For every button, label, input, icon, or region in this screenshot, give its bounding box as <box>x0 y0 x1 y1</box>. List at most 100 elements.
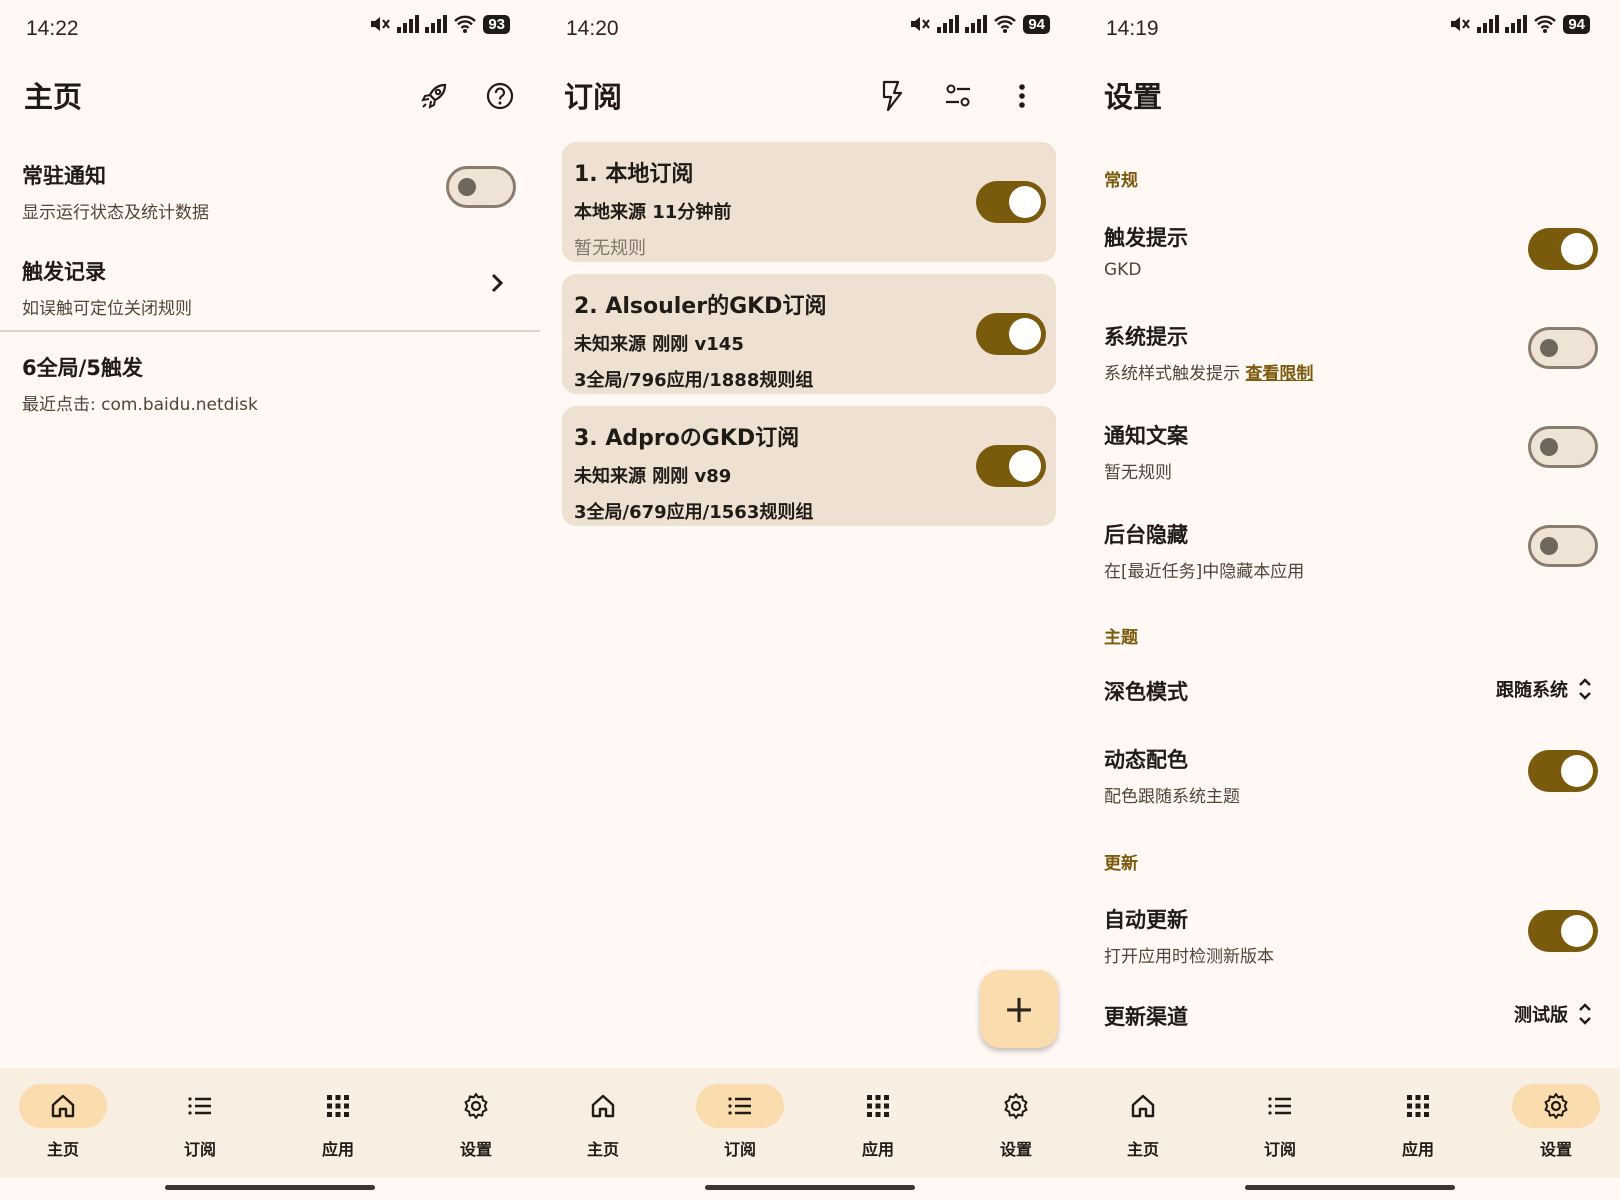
view-limits-link[interactable]: 查看限制 <box>1245 364 1313 384</box>
status-bar: 14:20 94 <box>540 0 1080 60</box>
nav-subs[interactable]: 订阅 <box>1235 1084 1325 1164</box>
persistent-notification-switch[interactable] <box>446 166 516 208</box>
unfold-icon <box>1579 678 1591 700</box>
section-header-general: 常规 <box>1104 171 1138 191</box>
row-title: 自动更新 <box>1104 908 1188 932</box>
mute-icon <box>1451 17 1471 31</box>
nav-settings[interactable]: 设置 <box>1511 1084 1601 1164</box>
home-icon <box>51 1094 75 1118</box>
background-hide-switch[interactable] <box>1528 525 1598 567</box>
gesture-handle[interactable] <box>165 1185 375 1190</box>
nav-apps[interactable]: 应用 <box>1373 1084 1463 1164</box>
wifi-icon <box>994 15 1017 33</box>
row-title: 触发提示 <box>1104 226 1188 250</box>
subscription-card[interactable]: 2. Alsouler的GKD订阅 未知来源 刚刚 v145 3全局/796应用… <box>562 274 1056 394</box>
nav-settings[interactable]: 设置 <box>971 1084 1061 1164</box>
nav-pill <box>432 1084 520 1128</box>
grid-icon <box>327 1095 349 1117</box>
section-header-theme: 主题 <box>1104 628 1138 648</box>
notify-text-switch[interactable] <box>1528 426 1598 468</box>
trigger-log-row[interactable]: 触发记录 如误触可定位关闭规则 <box>0 256 540 326</box>
nav-apps[interactable]: 应用 <box>833 1084 923 1164</box>
nav-apps[interactable]: 应用 <box>293 1084 383 1164</box>
top-app-bar: 订阅 <box>540 62 1080 132</box>
wifi-icon <box>1534 15 1557 33</box>
nav-home[interactable]: 主页 <box>1098 1084 1188 1164</box>
subscription-switch[interactable] <box>976 445 1046 487</box>
signal-icon <box>937 15 960 33</box>
dynamic-color-row[interactable]: 动态配色 配色跟随系统主题 <box>1080 744 1620 814</box>
subscription-switch[interactable] <box>976 181 1046 223</box>
status-icons: 93 <box>369 14 510 34</box>
nav-label: 订阅 <box>723 1140 756 1159</box>
bottom-navigation: 主页 订阅 应用 设置 <box>1080 1068 1620 1178</box>
wifi-icon <box>454 15 477 33</box>
subscription-card[interactable]: 1. 本地订阅 本地来源 11分钟前 暂无规则 <box>562 142 1056 262</box>
row-subtitle: 打开应用时检测新版本 <box>1104 947 1274 967</box>
more-vert-icon[interactable] <box>1000 74 1044 118</box>
status-icons: 94 <box>909 14 1050 34</box>
home-icon <box>591 1094 615 1118</box>
nav-label: 应用 <box>321 1140 354 1159</box>
status-time: 14:22 <box>26 17 79 40</box>
settings-screen: 14:19 94 设置 常规 触发提示 GKD 系统提示 系统样式触发提示 查看… <box>1080 0 1620 1200</box>
nav-pill <box>1099 1084 1187 1128</box>
nav-pill <box>1512 1084 1600 1128</box>
card-title: 3. AdproのGKD订阅 <box>574 426 800 451</box>
status-bar: 14:19 94 <box>1080 0 1620 60</box>
dynamic-color-switch[interactable] <box>1528 750 1598 792</box>
auto-update-switch[interactable] <box>1528 910 1598 952</box>
unfold-icon <box>1579 1003 1591 1025</box>
card-stats: 3全局/679应用/1563规则组 <box>574 502 814 523</box>
trigger-tip-row[interactable]: 触发提示 GKD <box>1080 222 1620 292</box>
row-subtitle: 显示运行状态及统计数据 <box>22 203 209 223</box>
row-title: 动态配色 <box>1104 748 1188 772</box>
list-icon <box>728 1097 751 1115</box>
trigger-tip-switch[interactable] <box>1528 228 1598 270</box>
selector-value: 跟随系统 <box>1496 680 1568 701</box>
section-header-update: 更新 <box>1104 854 1138 874</box>
top-app-bar: 主页 <box>0 62 540 132</box>
subscription-switch[interactable] <box>976 313 1046 355</box>
dark-mode-selector[interactable]: 跟随系统 <box>1496 676 1592 702</box>
persistent-notification-row[interactable]: 常驻通知 显示运行状态及统计数据 <box>0 160 540 230</box>
update-channel-row[interactable]: 更新渠道 测试版 <box>1080 1001 1620 1041</box>
nav-label: 主页 <box>1126 1140 1159 1159</box>
nav-home[interactable]: 主页 <box>18 1084 108 1164</box>
nav-home[interactable]: 主页 <box>558 1084 648 1164</box>
system-tip-row[interactable]: 系统提示 系统样式触发提示 查看限制 <box>1080 321 1620 391</box>
nav-label: 主页 <box>586 1140 619 1159</box>
notify-text-row[interactable]: 通知文案 暂无规则 <box>1080 420 1620 490</box>
background-hide-row[interactable]: 后台隐藏 在[最近任务]中隐藏本应用 <box>1080 519 1620 589</box>
battery-indicator: 93 <box>483 14 510 34</box>
nav-subs[interactable]: 订阅 <box>695 1084 785 1164</box>
nav-subs[interactable]: 订阅 <box>155 1084 245 1164</box>
subscription-card[interactable]: 3. AdproのGKD订阅 未知来源 刚刚 v89 3全局/679应用/156… <box>562 406 1056 526</box>
flash-icon[interactable] <box>870 74 914 118</box>
nav-label: 应用 <box>861 1140 894 1159</box>
update-channel-selector[interactable]: 测试版 <box>1514 1001 1592 1027</box>
top-app-bar: 设置 <box>1080 62 1620 132</box>
nav-label: 主页 <box>46 1140 79 1159</box>
nav-pill <box>559 1084 647 1128</box>
gesture-handle[interactable] <box>1245 1185 1455 1190</box>
nav-label: 订阅 <box>183 1140 216 1159</box>
battery-indicator: 94 <box>1563 14 1590 34</box>
help-icon[interactable] <box>478 74 522 118</box>
add-subscription-button[interactable]: + <box>980 970 1058 1048</box>
page-title: 订阅 <box>564 80 623 114</box>
row-title: 后台隐藏 <box>1104 523 1188 547</box>
auto-update-row[interactable]: 自动更新 打开应用时检测新版本 <box>1080 904 1620 974</box>
signal-icon-2 <box>425 15 448 33</box>
row-title: 常驻通知 <box>22 164 106 188</box>
system-tip-switch[interactable] <box>1528 327 1598 369</box>
nav-settings[interactable]: 设置 <box>431 1084 521 1164</box>
home-icon <box>1131 1094 1155 1118</box>
grid-icon <box>867 1095 889 1117</box>
dark-mode-row[interactable]: 深色模式 跟随系统 <box>1080 676 1620 716</box>
nav-label: 设置 <box>999 1140 1032 1159</box>
filter-settings-icon[interactable] <box>936 74 980 118</box>
stats-row[interactable]: 6全局/5触发 最近点击: com.baidu.netdisk <box>0 352 540 422</box>
rocket-icon[interactable] <box>412 74 456 118</box>
gesture-handle[interactable] <box>705 1185 915 1190</box>
